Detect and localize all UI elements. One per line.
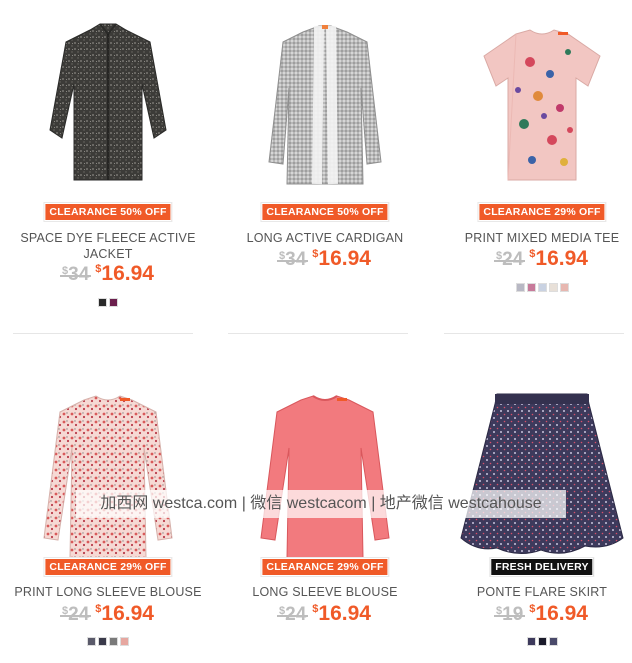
color-swatches [3,298,213,307]
product-card[interactable]: CLEARANCE 50% OFF LONG ACTIVE CARDIGAN $… [220,0,430,330]
color-swatch[interactable] [537,283,547,292]
color-swatch[interactable] [109,637,118,646]
original-price: $34 [59,264,92,285]
fresh-delivery-badge: FRESH DELIVERY [489,557,595,577]
product-title[interactable]: SPACE DYE FLEECE ACTIVE JACKET [13,230,203,262]
product-card[interactable]: CLEARANCE 29% OFF PRINT MIXED MEDIA TEE … [437,0,632,330]
original-price: $34 [276,249,309,270]
sale-price: $16.94 [95,602,154,625]
price-row: $34 $16.94 [220,247,430,271]
clearance-badge: CLEARANCE 50% OFF [260,202,390,222]
flare-skirt-image[interactable] [457,388,627,568]
color-swatch[interactable] [109,298,118,307]
cardigan-image[interactable] [255,12,395,192]
price-row: $34 $16.94 [3,262,213,286]
product-title[interactable]: PONTE FLARE SKIRT [447,584,632,600]
price-row: $24 $16.94 [220,602,430,626]
color-swatch[interactable] [548,283,558,292]
original-price: $19 [493,604,526,625]
product-title[interactable]: PRINT LONG SLEEVE BLOUSE [13,584,203,600]
price-row: $24 $16.94 [437,247,632,271]
color-swatch[interactable] [515,283,525,292]
row-divider [228,333,408,334]
pink-blouse-image[interactable] [255,388,395,568]
row-divider [444,333,624,334]
color-swatch[interactable] [526,283,536,292]
sale-price: $16.94 [529,247,588,270]
product-title[interactable]: LONG SLEEVE BLOUSE [230,584,420,600]
price-row: $24 $16.94 [3,602,213,626]
price-row: $19 $16.94 [437,602,632,626]
color-swatches [437,283,632,292]
clearance-badge: CLEARANCE 29% OFF [43,557,173,577]
color-swatch[interactable] [559,283,569,292]
original-price: $24 [493,249,526,270]
sale-price: $16.94 [95,262,154,285]
fleece-jacket-image[interactable] [38,12,178,192]
color-swatch[interactable] [87,637,96,646]
floral-tee-image[interactable] [472,12,612,192]
sale-price: $16.94 [529,602,588,625]
color-swatch[interactable] [120,637,129,646]
product-title[interactable]: LONG ACTIVE CARDIGAN [230,230,420,246]
original-price: $24 [276,604,309,625]
product-grid: CLEARANCE 50% OFF SPACE DYE FLEECE ACTIV… [0,0,632,663]
clearance-badge: CLEARANCE 29% OFF [477,202,607,222]
clearance-badge: CLEARANCE 29% OFF [260,557,390,577]
color-swatch[interactable] [548,637,558,646]
sale-price: $16.94 [312,247,371,270]
color-swatch[interactable] [537,637,547,646]
product-title[interactable]: PRINT MIXED MEDIA TEE [447,230,632,246]
clearance-badge: CLEARANCE 50% OFF [43,202,173,222]
product-card[interactable]: CLEARANCE 50% OFF SPACE DYE FLEECE ACTIV… [3,0,213,330]
color-swatch[interactable] [98,298,107,307]
print-blouse-image[interactable] [38,388,178,568]
color-swatch[interactable] [526,637,536,646]
color-swatches [3,637,213,646]
original-price: $24 [59,604,92,625]
color-swatches [437,637,632,646]
watermark: 加西网 westca.com | 微信 westcacom | 地产微信 wes… [76,490,566,518]
sale-price: $16.94 [312,602,371,625]
color-swatch[interactable] [98,637,107,646]
row-divider [13,333,193,334]
